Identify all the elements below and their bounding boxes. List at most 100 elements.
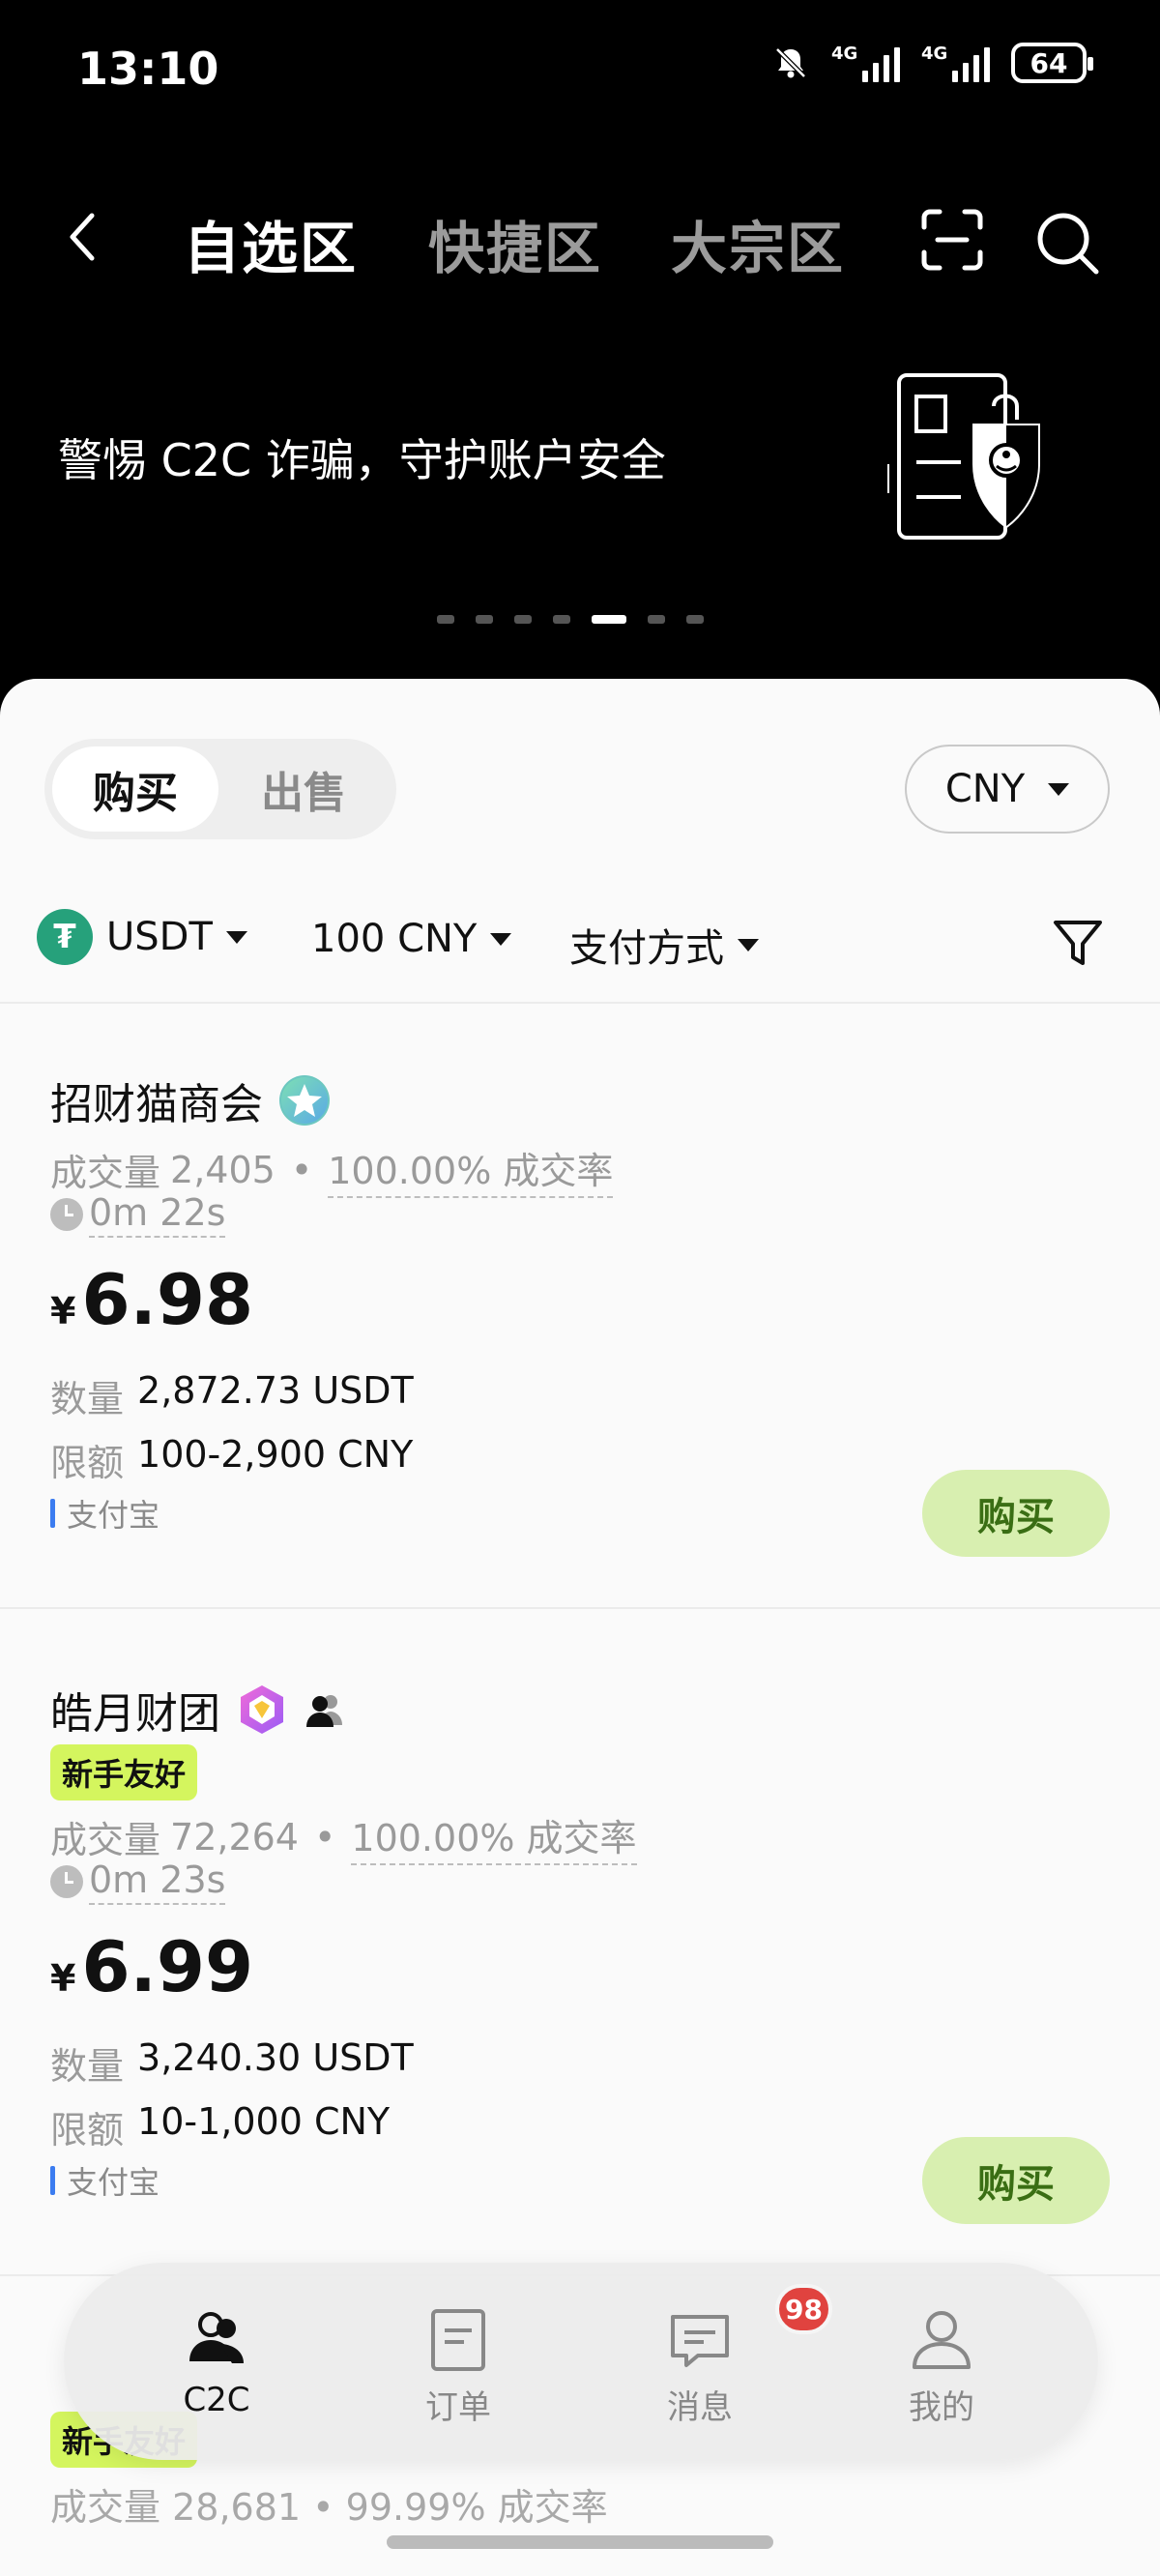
nav-messages[interactable]: 消息 98	[623, 2284, 832, 2428]
time-value[interactable]: 0m 23s	[89, 1859, 226, 1905]
currency-symbol: ¥	[50, 1290, 76, 1332]
quantity-label: 数量	[50, 1378, 125, 1420]
shield-security-icon	[887, 373, 1040, 540]
merchant-name[interactable]: 招财猫商会	[50, 1069, 263, 1131]
nav-orders[interactable]: 订单	[381, 2305, 536, 2428]
diamond-badge-icon	[241, 1685, 283, 1734]
caret-down-icon	[738, 938, 759, 951]
buy-sell-toggle: 购买 出售	[44, 739, 396, 839]
banner-pagination	[437, 615, 704, 624]
merchant-name-row[interactable]: 招财猫商会	[50, 1069, 331, 1131]
completion-rate[interactable]: 100.00% 成交率	[351, 1808, 637, 1865]
nav-profile[interactable]: 我的	[864, 2305, 1019, 2428]
status-bar: 13:10 4G 4G 64	[0, 0, 1160, 145]
volume-value: 28,681	[172, 2486, 302, 2529]
completion-rate: 99.99% 成交率	[345, 2486, 608, 2529]
dot-separator: •	[313, 1815, 336, 1859]
tab-express[interactable]: 快捷区	[428, 203, 602, 284]
page-dot[interactable]	[514, 615, 532, 624]
buy-button[interactable]: 购买	[922, 2137, 1110, 2224]
page-dot[interactable]	[476, 615, 493, 624]
page-dot[interactable]	[437, 615, 454, 624]
completion-rate[interactable]: 100.00% 成交率	[328, 1141, 614, 1198]
sell-tab[interactable]: 出售	[220, 746, 387, 832]
chat-icon	[671, 2315, 729, 2367]
banner-text[interactable]: 警惕 C2C 诈骗，守护账户安全	[58, 425, 666, 489]
document-icon	[431, 2309, 485, 2371]
group-icon	[306, 1695, 342, 1727]
clock-icon	[50, 1198, 83, 1231]
tether-icon: ₮	[37, 909, 93, 965]
time-value[interactable]: 0m 22s	[89, 1191, 226, 1238]
back-button[interactable]	[53, 208, 111, 266]
signal-icon-1: 4G	[831, 44, 900, 82]
price-value: 6.98	[81, 1259, 254, 1340]
payment-marker	[50, 1499, 55, 1528]
newbie-friendly-tag: 新手友好	[50, 1744, 198, 1800]
signal-icon-2: 4G	[921, 44, 990, 82]
status-icons: 4G 4G 64	[771, 43, 1093, 83]
bell-muted-icon	[775, 47, 806, 78]
nav-label: 我的	[909, 2388, 974, 2427]
star-verified-icon	[279, 1075, 330, 1126]
buy-button[interactable]: 购买	[922, 1470, 1110, 1557]
funnel-filter-icon[interactable]	[1050, 915, 1106, 971]
payment-method-name: 支付宝	[67, 1497, 160, 1534]
quantity-row: 数量 2,872.73 USDT	[50, 1369, 414, 1422]
merchant-name[interactable]: 皓月财团	[50, 1679, 220, 1741]
currency-select[interactable]: CNY	[905, 745, 1110, 834]
filter-bar: ₮ USDT 100 CNY 支付方式	[0, 899, 1160, 977]
volume-label: 成交量	[50, 2486, 161, 2529]
price-value: 6.99	[81, 1926, 254, 2007]
currency-symbol: ¥	[50, 1957, 76, 2000]
payment-filter[interactable]: 支付方式	[569, 917, 759, 973]
amount-filter[interactable]: 100 CNY	[311, 917, 512, 961]
nav-c2c[interactable]: C2C	[139, 2305, 294, 2419]
nav-label: C2C	[183, 2381, 250, 2419]
buy-tab[interactable]: 购买	[52, 746, 218, 832]
page-dot[interactable]	[686, 615, 704, 624]
dot-separator: •	[290, 1148, 313, 1191]
coin-value: USDT	[106, 915, 213, 959]
battery-level: 64	[1030, 46, 1068, 79]
limit-value: 10-1,000 CNY	[137, 2100, 391, 2143]
payment-time: 0m 23s	[50, 1859, 226, 1905]
users-icon	[189, 2312, 244, 2363]
battery-icon: 64	[1011, 43, 1093, 83]
tab-watchlist[interactable]: 自选区	[184, 203, 358, 284]
price: ¥ 6.98	[50, 1259, 253, 1340]
bottom-nav: C2C 订单 消息 98 我的	[64, 2263, 1098, 2460]
nav-label: 订单	[425, 2388, 491, 2427]
payment-value: 支付方式	[569, 926, 724, 971]
caret-down-icon	[225, 930, 247, 944]
tab-block[interactable]: 大宗区	[671, 203, 845, 284]
person-icon	[913, 2311, 971, 2369]
currency-value: CNY	[944, 767, 1026, 811]
volume-value: 72,264	[170, 1815, 299, 1859]
quantity-label: 数量	[50, 2045, 125, 2088]
quantity-value: 2,872.73 USDT	[137, 1369, 414, 1412]
amount-value: 100 CNY	[311, 917, 478, 961]
limit-row: 限额 10-1,000 CNY	[50, 2100, 390, 2153]
payment-time: 0m 22s	[50, 1191, 226, 1238]
coin-filter[interactable]: ₮ USDT	[37, 909, 247, 965]
home-indicator[interactable]	[387, 2535, 773, 2549]
search-icon[interactable]	[1032, 208, 1102, 278]
divider	[0, 1607, 1160, 1609]
merchant-stats: 成交量 72,264 • 100.00% 成交率	[50, 1808, 637, 1865]
merchant-name-row[interactable]: 皓月财团	[50, 1679, 346, 1741]
limit-label: 限额	[50, 2109, 125, 2152]
merchant-stats: 成交量 28,681 • 99.99% 成交率	[50, 2477, 608, 2531]
page-dot[interactable]	[648, 615, 665, 624]
top-nav: 自选区 快捷区 大宗区	[0, 184, 1160, 290]
dot-separator: •	[312, 2486, 346, 2529]
scan-icon[interactable]	[920, 208, 984, 272]
payment-method: 支付宝	[50, 2158, 160, 2203]
caret-down-icon	[1048, 782, 1070, 796]
message-count-badge: 98	[775, 2284, 832, 2334]
limit-label: 限额	[50, 1442, 125, 1484]
page-dot[interactable]	[553, 615, 570, 624]
payment-method-name: 支付宝	[67, 2164, 160, 2201]
volume-label: 成交量	[50, 1819, 161, 1861]
page-dot-active[interactable]	[592, 615, 626, 624]
